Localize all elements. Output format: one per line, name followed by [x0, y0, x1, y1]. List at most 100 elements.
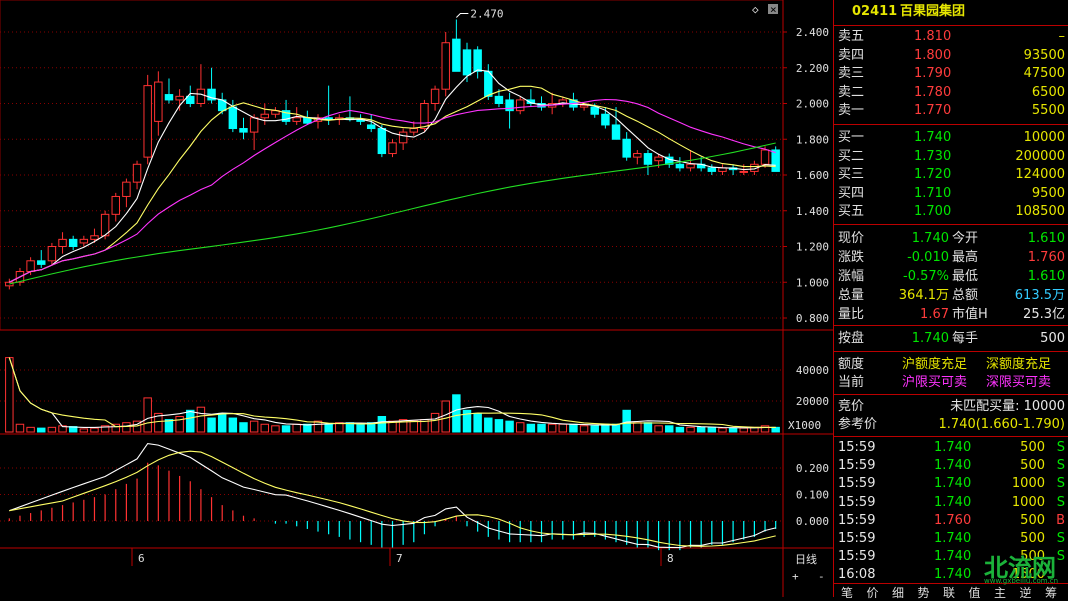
month-label: 8: [667, 552, 674, 565]
tick-price: 1.740: [934, 440, 972, 455]
volume-bar: [292, 423, 301, 433]
bid-volume: 124000: [1015, 167, 1065, 182]
tick-side: S: [1056, 549, 1065, 565]
divider: [834, 394, 1068, 395]
stock-title: 02411 百果园集团: [834, 3, 1068, 21]
tick-volume: 500: [1020, 440, 1045, 455]
ask-volume: –: [1058, 29, 1066, 44]
bid-volume: 200000: [1015, 148, 1065, 164]
tick-time: 15:59: [838, 476, 876, 492]
candle-body: [143, 85, 152, 158]
stat-row: 总量 364.1万 总额 613.5万: [834, 287, 1068, 305]
volume-bar: [526, 423, 536, 433]
bid-price: 1.740: [914, 130, 952, 145]
stock-name: 百果园集团: [900, 4, 966, 19]
diamond-icon[interactable]: ◇: [752, 3, 759, 16]
tick-row[interactable]: 15:59 1.740 500 S: [834, 530, 1068, 548]
bid-price: 1.720: [914, 167, 952, 182]
tab-detail[interactable]: 主: [989, 584, 1011, 601]
ask-volume: 5500: [1031, 103, 1065, 118]
stat-label: 涨幅: [838, 269, 865, 284]
stat-value: 613.5万: [1014, 288, 1065, 303]
candle-body: [249, 117, 259, 133]
tick-row[interactable]: 15:59 1.740 500 S: [834, 439, 1068, 457]
volume-bar: [718, 427, 727, 433]
tick-row[interactable]: 15:59 1.760 500 B: [834, 512, 1068, 530]
stat-value: 1.610: [1027, 231, 1065, 246]
candle-body: [196, 88, 206, 104]
tick-volume: 1000: [1011, 494, 1045, 510]
month-label: 6: [138, 552, 145, 565]
volume-bar: [260, 423, 269, 433]
volume-bar: [271, 425, 280, 433]
zoom-out-button[interactable]: -: [818, 570, 825, 583]
kline-chart-area[interactable]: 2.400 2.200 2.000 1.800 1.600 1.400 1.200 1.000…: [0, 0, 833, 597]
candle-body: [409, 128, 419, 133]
bid-price: 1.710: [914, 185, 952, 201]
candle-body: [164, 94, 174, 101]
volume-bar: [494, 419, 504, 433]
zoom-in-button[interactable]: +: [792, 570, 799, 583]
tab-detail[interactable]: 细: [887, 584, 909, 601]
divider: [834, 436, 1068, 437]
tab-detail[interactable]: 逆: [1015, 584, 1037, 601]
tab-detail[interactable]: 势: [913, 584, 935, 601]
stat-row: 量比 1.67 市值H 25.3亿: [834, 306, 1068, 324]
ask-label: 卖五: [838, 29, 865, 44]
price-tick-label: 1.400: [796, 205, 829, 218]
kline-chart[interactable]: 2.400 2.200 2.000 1.800 1.600 1.400 1.200 1.000…: [0, 0, 833, 597]
detail-tabs[interactable]: 笔价细势联值主逆筹: [834, 584, 1068, 600]
ask-volume: 47500: [1023, 66, 1065, 81]
volume-bar: [37, 427, 46, 433]
tick-volume: 1000: [1011, 476, 1045, 492]
volume-bar: [324, 423, 333, 433]
tab-detail[interactable]: 价: [862, 584, 884, 601]
volume-bar: [484, 417, 493, 433]
stat-label: 市值H: [952, 307, 988, 322]
price-tick-label: 1.600: [796, 169, 829, 182]
candle-body: [771, 149, 780, 172]
pan-row: 按盘 1.740 每手 500: [838, 331, 1065, 346]
tick-side: S: [1056, 458, 1065, 474]
candle-body: [473, 49, 482, 72]
candle-body: [26, 260, 35, 273]
stat-label: 总量: [838, 288, 865, 303]
divider: [834, 124, 1068, 125]
close-chart-glyph: ×: [770, 3, 777, 16]
ask-label: 卖四: [838, 47, 865, 63]
volume-bar: [590, 425, 599, 433]
tick-row[interactable]: 15:59 1.740 1000 S: [834, 494, 1068, 512]
tick-row[interactable]: 15:59 1.740 1000 S: [834, 475, 1068, 493]
tab-detail[interactable]: 联: [938, 584, 960, 601]
volume-tick-label: 20000: [796, 395, 829, 408]
tick-price: 1.740: [934, 549, 972, 565]
bid-price: 1.730: [914, 148, 952, 164]
high-annotation: 2.470: [470, 7, 503, 20]
volume-bar: [760, 425, 770, 433]
tick-row[interactable]: 15:59 1.740 500 S: [834, 457, 1068, 475]
candle-body: [579, 104, 589, 108]
auction-row: 竞价 未匹配买量: 10000: [838, 399, 1065, 414]
stat-value: -0.010: [907, 250, 949, 265]
volume-bar: [622, 409, 631, 433]
ask-label: 卖一: [838, 103, 865, 118]
volume-unit-label: X1000: [788, 419, 821, 432]
volume-bar: [249, 420, 259, 433]
tab-detail[interactable]: 筹: [1040, 584, 1062, 601]
volume-tick-label: 40000: [796, 364, 829, 377]
tab-detail[interactable]: 笔: [836, 584, 858, 601]
tick-price: 1.740: [934, 458, 972, 474]
candle-body: [675, 163, 685, 169]
tab-detail[interactable]: 值: [964, 584, 986, 601]
period-label[interactable]: 日线: [795, 552, 817, 566]
ask-volume: 93500: [1023, 47, 1065, 63]
volume-bar: [122, 422, 131, 433]
divider: [834, 351, 1068, 352]
candle-body: [37, 260, 46, 265]
volume-bar: [217, 412, 227, 433]
volume-bar: [665, 425, 674, 433]
tick-side: S: [1056, 531, 1065, 546]
candle-body: [154, 81, 163, 122]
tick-side: S: [1056, 440, 1065, 455]
candle-body: [260, 113, 269, 119]
